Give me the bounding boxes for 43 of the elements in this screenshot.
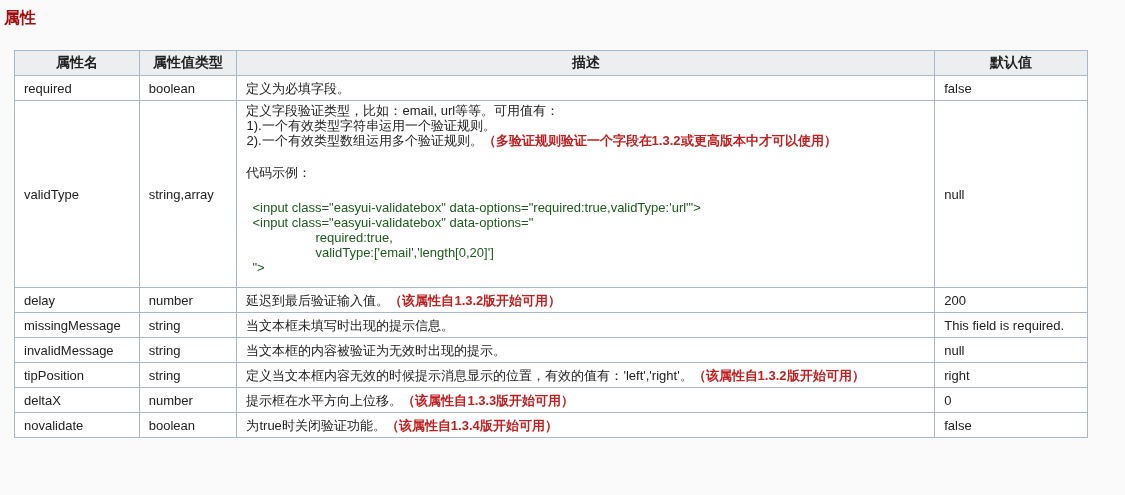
code-line: <input class="easyui-validatebox" data-options=" xyxy=(252,215,534,230)
example-label: 代码示例： xyxy=(246,165,313,180)
table-cell: deltaX xyxy=(14,387,140,413)
table-cell: string xyxy=(139,362,237,388)
table-cell: This field is required. xyxy=(934,312,1088,338)
table-cell: delay xyxy=(14,287,140,313)
table-cell: string xyxy=(139,337,237,363)
column-header: 属性名 xyxy=(14,50,140,76)
table-cell: string xyxy=(139,312,237,338)
table-cell: 200 xyxy=(934,287,1088,313)
table-cell: novalidate xyxy=(14,412,140,438)
table-cell: number xyxy=(139,387,237,413)
code-line: required:true, xyxy=(315,230,393,245)
table-cell: boolean xyxy=(139,412,237,438)
section-heading: 属性 xyxy=(4,8,37,28)
column-header: 描述 xyxy=(236,50,935,76)
column-header: 属性值类型 xyxy=(139,50,237,76)
description-text: 为true时关闭验证功能。（该属性自1.3.4版开始可用） xyxy=(246,416,559,435)
table-cell: missingMessage xyxy=(14,312,140,338)
description-text: 定义当文本框内容无效的时候提示消息显示的位置，有效的值有：'left','right'。（该属性自1.3.2版开始可用） xyxy=(246,366,866,385)
table-cell: tipPosition xyxy=(14,362,140,388)
description-text: 当文本框未填写时出现的提示信息。 xyxy=(246,316,456,335)
table-cell: false xyxy=(934,412,1088,438)
table-cell: null xyxy=(934,337,1088,363)
description-text: 延迟到最后验证输入值。（该属性自1.3.2版开始可用） xyxy=(246,291,563,310)
table-cell: right xyxy=(934,362,1088,388)
table-cell: required xyxy=(14,75,140,101)
code-line: "> xyxy=(252,260,265,275)
description-text: 定义字段验证类型，比如：email, url等等。可用值有： 1).一个有效类型字符串运用一个验证规则。 2).一个有效类型数组运用多个验证规则。（多验证规则验证一个字段在1.3.2或更高版本中才可以使用） xyxy=(246,102,838,150)
column-header: 默认值 xyxy=(934,50,1088,76)
table-cell: validType xyxy=(14,100,140,288)
table-cell: boolean xyxy=(139,75,237,101)
description-text: 当文本框的内容被验证为无效时出现的提示。 xyxy=(246,341,508,360)
table-cell: number xyxy=(139,287,237,313)
table-cell: null xyxy=(934,100,1088,288)
code-line: <input class="easyui-validatebox" data-options="required:true,validType:'url'"> xyxy=(252,200,701,215)
table-cell: false xyxy=(934,75,1088,101)
code-line: validType:['email','length[0,20]'] xyxy=(315,245,494,260)
description-text: 定义为必填字段。 xyxy=(246,79,352,98)
description-text: 提示框在水平方向上位移。（该属性自1.3.3版开始可用） xyxy=(246,391,576,410)
table-cell: 0 xyxy=(934,387,1088,413)
table-cell: invalidMessage xyxy=(14,337,140,363)
table-cell: string,array xyxy=(139,100,237,288)
